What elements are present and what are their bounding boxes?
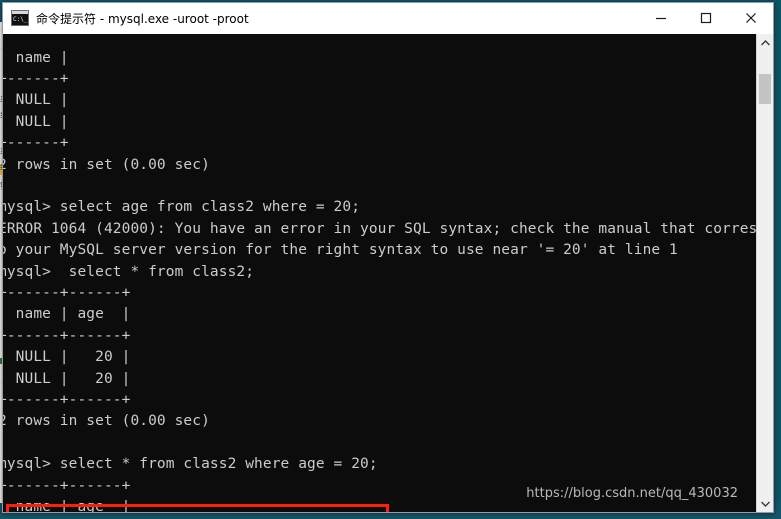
window-controls bbox=[638, 3, 773, 33]
terminal-screen[interactable]: | name | +------+ | NULL | | NULL | +---… bbox=[3, 34, 756, 512]
maximize-button[interactable] bbox=[683, 3, 728, 33]
close-button[interactable] bbox=[728, 3, 773, 33]
window-title: 命令提示符 - mysql.exe -uroot -proot bbox=[36, 11, 249, 26]
vertical-scrollbar[interactable] bbox=[756, 34, 773, 512]
title-bar[interactable]: C:\_ 命令提示符 - mysql.exe -uroot -proot bbox=[3, 3, 773, 34]
minimize-button[interactable] bbox=[638, 3, 683, 33]
console-window[interactable]: C:\_ 命令提示符 - mysql.exe -uroot -proot nam… bbox=[2, 2, 774, 513]
watermark-text: https://blog.csdn.net/qq_430032 bbox=[526, 486, 738, 501]
scroll-up-button[interactable] bbox=[757, 34, 773, 51]
scrollbar-thumb[interactable] bbox=[759, 74, 771, 104]
scroll-down-button[interactable] bbox=[757, 495, 773, 512]
console-icon: C:\_ bbox=[11, 10, 29, 26]
console-body: | name | +------+ | NULL | | NULL | +---… bbox=[3, 34, 773, 512]
terminal-output: | name | +------+ | NULL | | NULL | +---… bbox=[3, 49, 756, 513]
